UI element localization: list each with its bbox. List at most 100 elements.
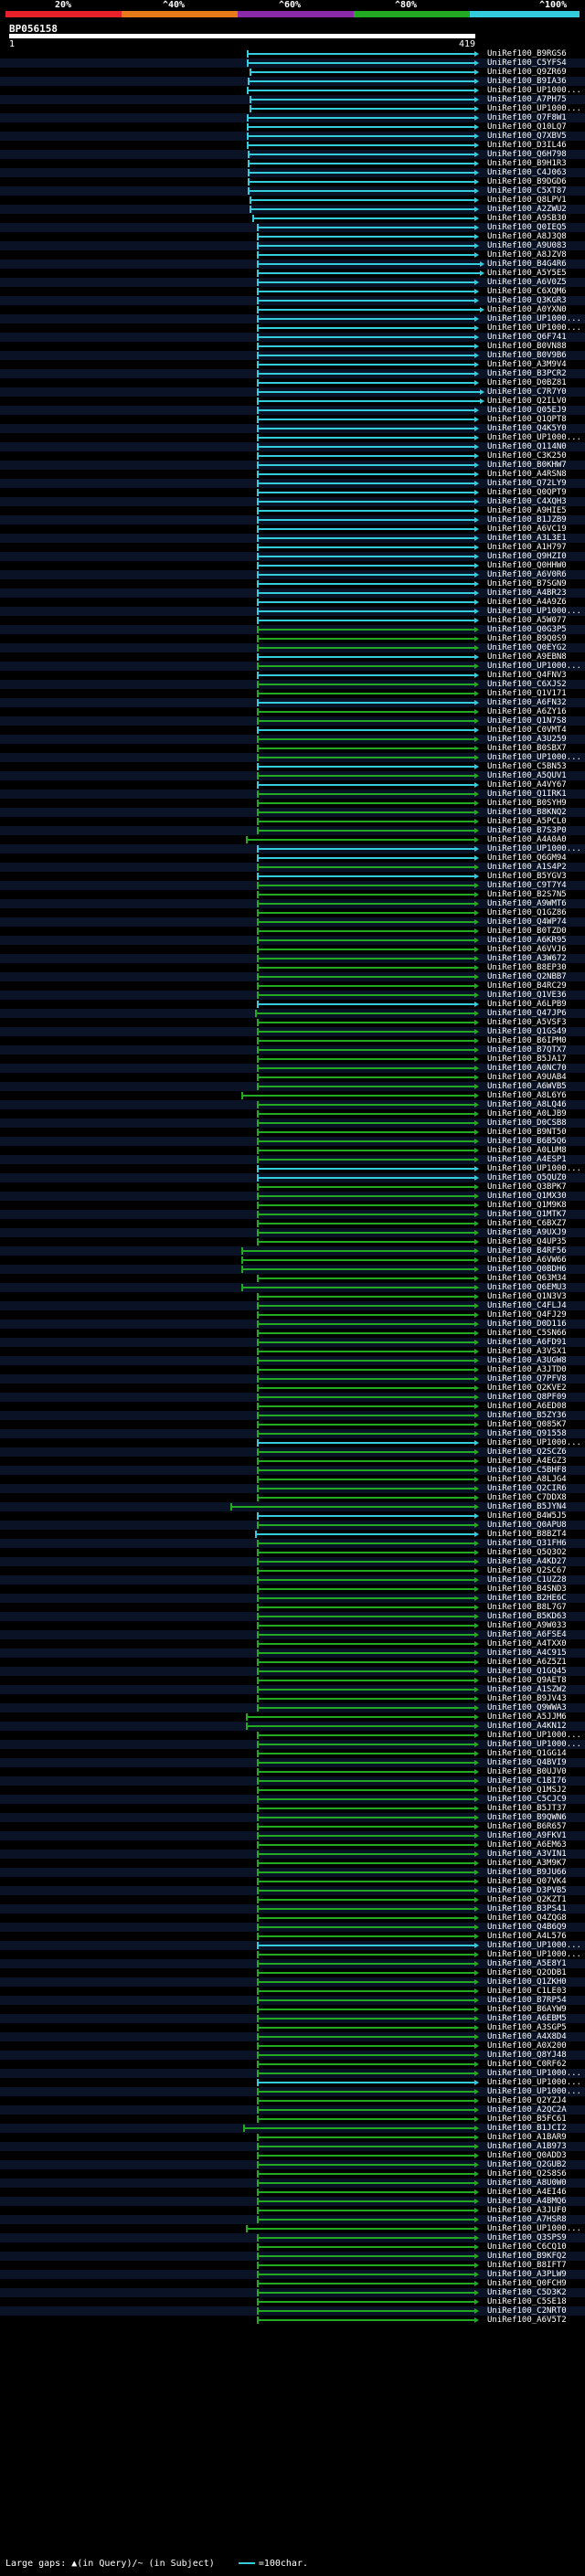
hit-label[interactable]: UniRef100_A1S4P2 (487, 863, 567, 872)
hit-row[interactable]: UniRef100_Q1N3V3 (0, 1292, 585, 1301)
hit-row[interactable]: UniRef100_A5QUV1 (0, 771, 585, 780)
hit-row[interactable]: UniRef100_B0SYH9 (0, 799, 585, 808)
hit-row[interactable]: UniRef100_B0KHW7 (0, 461, 585, 470)
hit-row[interactable]: UniRef100_B1JCI2 (0, 2124, 585, 2133)
hit-label[interactable]: UniRef100_A3SGP5 (487, 2023, 567, 2032)
hit-label[interactable]: UniRef100_Q8PF09 (487, 1393, 567, 1402)
hit-label[interactable]: UniRef100_A9EBN8 (487, 652, 567, 662)
hit-row[interactable]: UniRef100_B8EP30 (0, 963, 585, 972)
hit-row[interactable]: UniRef100_C1BI76 (0, 1776, 585, 1786)
hit-label[interactable]: UniRef100_B6B5Q6 (487, 1137, 567, 1146)
hit-row[interactable]: UniRef100_C6XQM6 (0, 287, 585, 296)
hit-row[interactable]: UniRef100_UP1000... (0, 1740, 585, 1749)
hit-label[interactable]: UniRef100_A9WMT6 (487, 899, 567, 908)
hit-label[interactable]: UniRef100_C6XQM6 (487, 287, 567, 296)
hit-row[interactable]: UniRef100_UP1000... (0, 1438, 585, 1447)
hit-label[interactable]: UniRef100_Q0ADD3 (487, 2151, 567, 2160)
hit-row[interactable]: UniRef100_Q1GQ45 (0, 1667, 585, 1676)
hit-row[interactable]: UniRef100_D0D116 (0, 1320, 585, 1329)
hit-label[interactable]: UniRef100_C2NRT0 (487, 2306, 567, 2316)
hit-label[interactable]: UniRef100_A6EBM5 (487, 2014, 567, 2023)
hit-row[interactable]: UniRef100_UP1000... (0, 104, 585, 113)
hit-label[interactable]: UniRef100_Q1VE36 (487, 991, 567, 1000)
hit-label[interactable]: UniRef100_A9W033 (487, 1621, 567, 1630)
hit-row[interactable]: UniRef100_B4RC29 (0, 981, 585, 991)
hit-label[interactable]: UniRef100_A4ESP1 (487, 1155, 567, 1164)
hit-label[interactable]: UniRef100_A5W077 (487, 616, 567, 625)
hit-row[interactable]: UniRef100_B9QWN6 (0, 1813, 585, 1822)
hit-label[interactable]: UniRef100_Q4FNV3 (487, 671, 567, 680)
hit-label[interactable]: UniRef100_A6KR95 (487, 936, 567, 945)
hit-label[interactable]: UniRef100_C1LE03 (487, 1987, 567, 1996)
hit-label[interactable]: UniRef100_C5D3K2 (487, 2288, 567, 2297)
hit-label[interactable]: UniRef100_A6VW66 (487, 1256, 567, 1265)
hit-row[interactable]: UniRef100_Q4WP74 (0, 917, 585, 927)
hit-label[interactable]: UniRef100_C1BI76 (487, 1776, 567, 1786)
hit-label[interactable]: UniRef100_UP1000... (487, 1941, 581, 1950)
hit-label[interactable]: UniRef100_A0LJB9 (487, 1109, 567, 1118)
hit-row[interactable]: UniRef100_B2HE6C (0, 1594, 585, 1603)
hit-label[interactable]: UniRef100_C5SN66 (487, 1329, 567, 1338)
hit-row[interactable]: UniRef100_A3JTD0 (0, 1365, 585, 1374)
hit-label[interactable]: UniRef100_B6AYW9 (487, 2005, 567, 2014)
hit-row[interactable]: UniRef100_B4RF56 (0, 1246, 585, 1256)
hit-label[interactable]: UniRef100_A4KD27 (487, 1557, 567, 1566)
hit-label[interactable]: UniRef100_B0SBX7 (487, 744, 567, 753)
hit-row[interactable]: UniRef100_A4BMQ6 (0, 2197, 585, 2206)
hit-label[interactable]: UniRef100_A3JTD0 (487, 1365, 567, 1374)
hit-row[interactable]: UniRef100_UP1000... (0, 607, 585, 616)
hit-label[interactable]: UniRef100_A6WVB5 (487, 1082, 567, 1091)
hit-row[interactable]: UniRef100_A3L3E1 (0, 534, 585, 543)
hit-label[interactable]: UniRef100_C6XJS2 (487, 680, 567, 689)
hit-row[interactable]: UniRef100_Q10LQ7 (0, 122, 585, 132)
hit-label[interactable]: UniRef100_B4RC29 (487, 981, 567, 991)
hit-label[interactable]: UniRef100_A0X200 (487, 2041, 567, 2051)
hit-row[interactable]: UniRef100_Q1MTK7 (0, 1210, 585, 1219)
hit-label[interactable]: UniRef100_B0UJV0 (487, 1767, 567, 1776)
hit-label[interactable]: UniRef100_A4L576 (487, 1932, 567, 1941)
hit-label[interactable]: UniRef100_Q2S8S6 (487, 2169, 567, 2178)
hit-row[interactable]: UniRef100_A4L576 (0, 1932, 585, 1941)
hit-label[interactable]: UniRef100_B0KHW7 (487, 461, 567, 470)
hit-row[interactable]: UniRef100_C1UZ28 (0, 1575, 585, 1585)
hit-label[interactable]: UniRef100_C4J063 (487, 168, 567, 177)
hit-row[interactable]: UniRef100_C0VMT4 (0, 726, 585, 735)
hit-label[interactable]: UniRef100_A8LQ46 (487, 1100, 567, 1109)
hit-label[interactable]: UniRef100_Q0G3P5 (487, 625, 567, 634)
hit-label[interactable]: UniRef100_B8L7G7 (487, 1603, 567, 1612)
hit-row[interactable]: UniRef100_Q3BPK7 (0, 1182, 585, 1192)
hit-row[interactable]: UniRef100_B8KNQ2 (0, 808, 585, 817)
hit-label[interactable]: UniRef100_UP1000... (487, 1950, 581, 1959)
hit-row[interactable]: UniRef100_UP1000... (0, 1941, 585, 1950)
hit-label[interactable]: UniRef100_Q2SCZ6 (487, 1447, 567, 1457)
hit-row[interactable]: UniRef100_Q9WWA3 (0, 1703, 585, 1712)
hit-label[interactable]: UniRef100_A4EGZ3 (487, 1457, 567, 1466)
hit-row[interactable]: UniRef100_A6VC19 (0, 525, 585, 534)
hit-label[interactable]: UniRef100_B1JCI2 (487, 2124, 567, 2133)
hit-label[interactable]: UniRef100_UP1000... (487, 1438, 581, 1447)
hit-label[interactable]: UniRef100_Q4K5Y0 (487, 424, 567, 433)
hit-row[interactable]: UniRef100_A4EI46 (0, 2188, 585, 2197)
hit-label[interactable]: UniRef100_B2S7N5 (487, 890, 567, 899)
hit-label[interactable]: UniRef100_B9JU66 (487, 1868, 567, 1877)
hit-row[interactable]: UniRef100_Q6EMU3 (0, 1283, 585, 1292)
hit-label[interactable]: UniRef100_C0VMT4 (487, 726, 567, 735)
hit-label[interactable]: UniRef100_B7RP54 (487, 1996, 567, 2005)
hit-label[interactable]: UniRef100_A9UXJ9 (487, 1228, 567, 1237)
hit-row[interactable]: UniRef100_C4J063 (0, 168, 585, 177)
hit-label[interactable]: UniRef100_Q4ZQG8 (487, 1913, 567, 1923)
hit-label[interactable]: UniRef100_Q3KGR3 (487, 296, 567, 305)
hit-label[interactable]: UniRef100_C5YFS4 (487, 58, 567, 68)
hit-row[interactable]: UniRef100_UP1000... (0, 323, 585, 333)
hit-label[interactable]: UniRef100_Q114N0 (487, 442, 567, 451)
hit-label[interactable]: UniRef100_Q1GS49 (487, 1027, 567, 1036)
hit-row[interactable]: UniRef100_C5SE18 (0, 2297, 585, 2306)
hit-row[interactable]: UniRef100_A4EGZ3 (0, 1457, 585, 1466)
hit-label[interactable]: UniRef100_A9FKV1 (487, 1831, 567, 1840)
hit-row[interactable]: UniRef100_B4SND3 (0, 1585, 585, 1594)
hit-label[interactable]: UniRef100_A9U083 (487, 241, 567, 250)
hit-label[interactable]: UniRef100_Q05EJ9 (487, 406, 567, 415)
hit-label[interactable]: UniRef100_Q07VK4 (487, 1877, 567, 1886)
hit-row[interactable]: UniRef100_Q0G3P5 (0, 625, 585, 634)
hit-label[interactable]: UniRef100_A8U0W0 (487, 2178, 567, 2188)
